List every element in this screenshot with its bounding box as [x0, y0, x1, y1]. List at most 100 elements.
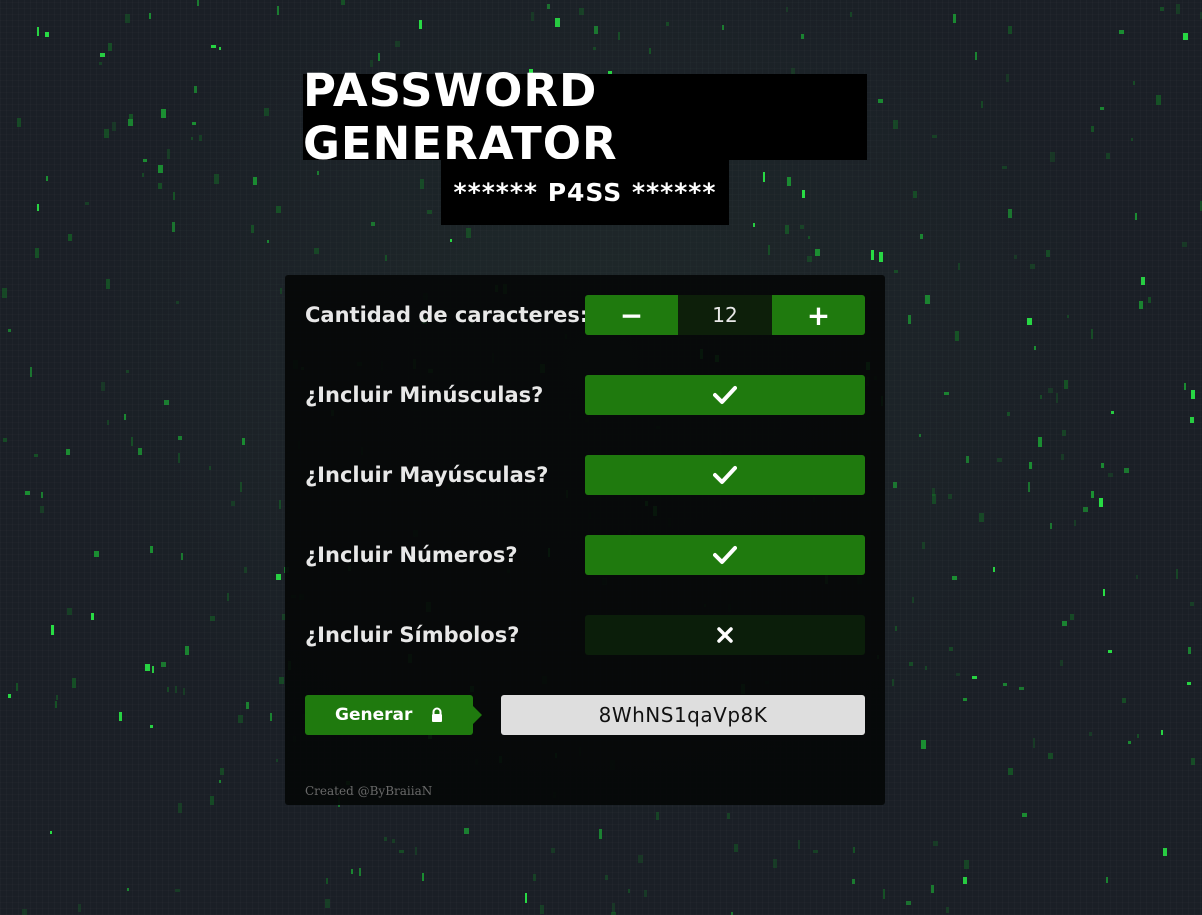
matrix-dot	[1137, 734, 1139, 738]
lowercase-toggle[interactable]	[585, 375, 865, 415]
matrix-dot	[276, 759, 278, 762]
matrix-dot	[178, 453, 180, 463]
matrix-dot	[145, 664, 150, 671]
matrix-dot	[108, 43, 112, 51]
matrix-dot	[1002, 166, 1007, 169]
matrix-dot	[378, 53, 380, 61]
numbers-toggle[interactable]	[585, 535, 865, 575]
matrix-dot	[763, 172, 765, 182]
matrix-dot	[946, 907, 949, 913]
matrix-dot	[963, 877, 967, 884]
matrix-dot	[979, 513, 984, 522]
matrix-dot	[415, 847, 417, 855]
matrix-dot	[164, 400, 169, 405]
matrix-dot	[802, 190, 805, 198]
password-output[interactable]: 8WhNS1qaVp8K	[501, 695, 865, 735]
matrix-dot	[219, 780, 221, 783]
matrix-dot	[161, 109, 166, 118]
matrix-dot	[178, 803, 182, 813]
matrix-dot	[194, 86, 197, 93]
matrix-dot	[555, 18, 560, 27]
matrix-dot	[181, 553, 183, 560]
matrix-dot	[956, 673, 960, 676]
matrix-dot	[1190, 417, 1194, 423]
minus-icon: −	[619, 298, 644, 332]
matrix-dot	[101, 382, 105, 391]
matrix-dot	[1099, 498, 1103, 507]
matrix-dot	[131, 437, 133, 446]
matrix-dot	[531, 12, 534, 21]
matrix-dot	[420, 179, 424, 189]
matrix-dot	[540, 905, 544, 914]
matrix-dot	[593, 47, 596, 50]
uppercase-toggle[interactable]	[585, 455, 865, 495]
matrix-dot	[878, 99, 883, 103]
matrix-dot	[107, 420, 109, 425]
matrix-dot	[813, 850, 818, 853]
matrix-dot	[1083, 507, 1088, 512]
matrix-dot	[244, 567, 247, 573]
matrix-dot	[72, 678, 76, 688]
matrix-dot	[1074, 520, 1076, 526]
matrix-dot	[85, 202, 89, 205]
generate-button[interactable]: Generar	[305, 695, 482, 735]
symbols-toggle[interactable]	[585, 615, 865, 655]
matrix-dot	[8, 694, 11, 698]
matrix-dot	[525, 893, 527, 903]
matrix-dot	[99, 62, 102, 65]
matrix-dot	[997, 458, 1002, 462]
matrix-dot	[906, 901, 911, 905]
matrix-dot	[800, 225, 804, 229]
matrix-dot	[912, 597, 914, 603]
matrix-dot	[922, 542, 925, 549]
matrix-dot	[964, 860, 969, 869]
matrix-dot	[1061, 454, 1064, 460]
matrix-dot	[246, 702, 249, 709]
matrix-dot	[427, 210, 432, 214]
length-value[interactable]: 12	[678, 295, 772, 335]
matrix-dot	[78, 904, 81, 912]
matrix-dot	[1067, 315, 1069, 318]
matrix-dot	[1136, 575, 1138, 579]
matrix-dot	[56, 695, 58, 700]
decrement-button[interactable]: −	[585, 295, 678, 335]
increment-button[interactable]: +	[772, 295, 865, 335]
matrix-dot	[952, 576, 957, 580]
matrix-dot	[993, 567, 995, 572]
matrix-dot	[392, 839, 395, 843]
matrix-dot	[158, 183, 162, 189]
matrix-dot	[1176, 569, 1178, 579]
option-row-uppercase: ¿Incluir Mayúsculas?	[305, 455, 865, 495]
plus-icon: +	[806, 298, 831, 332]
matrix-dot	[50, 831, 52, 834]
option-row-numbers: ¿Incluir Números?	[305, 535, 865, 575]
generator-panel: Cantidad de caracteres: − 12 + ¿Incluir …	[285, 275, 885, 805]
matrix-dot	[1027, 318, 1032, 325]
matrix-dot	[199, 135, 202, 141]
matrix-dot	[656, 812, 659, 820]
matrix-dot	[167, 687, 169, 692]
matrix-dot	[37, 204, 39, 211]
matrix-dot	[1006, 74, 1009, 82]
matrix-dot	[1106, 153, 1110, 159]
matrix-dot	[1056, 393, 1058, 403]
matrix-dot	[1128, 741, 1131, 744]
matrix-dot	[798, 840, 800, 849]
matrix-dot	[464, 828, 469, 834]
matrix-dot	[1089, 732, 1092, 736]
matrix-dot	[594, 26, 598, 34]
matrix-dot	[8, 329, 11, 332]
matrix-dot	[317, 171, 319, 175]
matrix-dot	[1139, 301, 1143, 309]
matrix-dot	[932, 494, 936, 504]
matrix-dot	[127, 888, 129, 891]
page-subtitle: ****** P4SS ******	[453, 177, 717, 207]
matrix-dot	[533, 874, 536, 881]
matrix-dot	[341, 0, 345, 5]
matrix-dot	[45, 32, 49, 37]
matrix-dot	[1022, 813, 1027, 817]
matrix-dot	[948, 494, 952, 499]
check-icon	[713, 466, 737, 484]
matrix-dot	[326, 878, 328, 884]
matrix-dot	[628, 889, 630, 893]
